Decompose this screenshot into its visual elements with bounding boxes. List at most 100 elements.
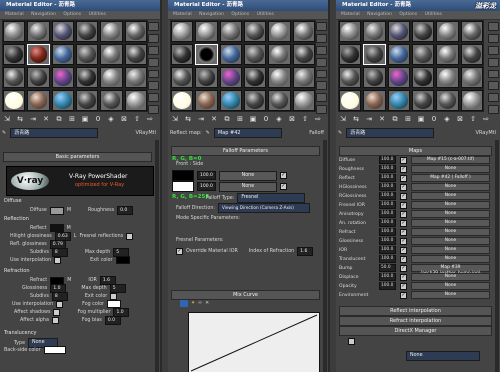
front-map-button[interactable]: None (218, 170, 277, 181)
map-row-amount[interactable]: 100.0 (379, 228, 396, 236)
sample-slot[interactable] (339, 67, 362, 88)
backlight-button[interactable] (316, 33, 327, 43)
front-map-checkbox[interactable] (279, 172, 287, 179)
unique-icon[interactable]: ⊞ (67, 115, 77, 124)
show-end-icon[interactable]: ⊠ (119, 115, 129, 124)
sample-slot[interactable] (436, 90, 459, 111)
override-ior-checkbox[interactable] (176, 248, 183, 255)
get-material-icon[interactable]: ⇲ (2, 115, 12, 124)
sample-slot[interactable] (219, 44, 242, 65)
delete-point-icon[interactable]: ✕ (205, 301, 209, 306)
make-preview-button[interactable] (488, 81, 499, 91)
map-type-button[interactable]: Falloff (309, 130, 324, 136)
rollout-falloff-parameters[interactable]: Falloff Parameters (171, 146, 320, 156)
map-row-checkbox[interactable] (400, 273, 407, 281)
map-row-button[interactable]: Map #42 ( Falloff ) (411, 174, 490, 182)
sample-slot[interactable] (412, 44, 435, 65)
map-row-button[interactable]: Map #39 (asch39_leather_bump.jpg) (411, 264, 490, 276)
material-name-field[interactable]: 沥青路 (10, 128, 99, 138)
menu-utilities[interactable]: Utilities (257, 12, 274, 17)
sample-slot[interactable] (387, 90, 410, 111)
scale-point-icon[interactable]: ✦ (191, 301, 195, 306)
eyedropper-icon[interactable]: ✎ (338, 130, 342, 136)
material-type-button[interactable]: VRayMtl (136, 130, 156, 136)
backlight-button[interactable] (488, 33, 499, 43)
select-by-material-button[interactable] (316, 105, 327, 114)
ior-refr-input[interactable]: 1.6 (297, 247, 314, 256)
side-map-checkbox[interactable] (279, 183, 287, 190)
fresnel-checkbox[interactable] (126, 233, 134, 240)
sample-slot[interactable] (387, 67, 410, 88)
sample-slot[interactable] (292, 21, 315, 42)
back-side-swatch[interactable] (43, 346, 66, 354)
go-sibling-icon[interactable]: ⇨ (145, 115, 155, 124)
assign-material-icon[interactable]: ⇥ (28, 115, 38, 124)
menu-material[interactable]: Material (341, 12, 360, 17)
background-button[interactable] (316, 45, 327, 55)
fog-bias-input[interactable]: 0.0 (104, 316, 121, 325)
eyedropper-icon[interactable]: ✎ (2, 130, 6, 136)
video-color-check-button[interactable] (488, 69, 499, 79)
lock-button[interactable]: L (74, 234, 77, 239)
go-sibling-icon[interactable]: ⇨ (313, 115, 323, 124)
directx-checkbox[interactable] (348, 338, 355, 345)
map-row-checkbox[interactable] (400, 237, 407, 245)
menu-options[interactable]: Options (63, 12, 81, 17)
map-row-amount[interactable]: 50.0 (379, 264, 396, 272)
sample-slot[interactable] (76, 67, 99, 88)
go-parent-icon[interactable]: ⇧ (468, 115, 478, 124)
library-icon[interactable]: ▣ (416, 115, 426, 124)
material-type-button[interactable]: VRayMtl (476, 130, 496, 136)
map-row-amount[interactable]: 100.0 (379, 174, 396, 182)
map-row-button[interactable]: None (411, 210, 490, 218)
sample-slot[interactable] (124, 44, 147, 65)
sample-slot[interactable] (387, 44, 410, 65)
map-row-amount[interactable]: 100.0 (379, 210, 396, 218)
map-row-amount[interactable]: 100.0 (379, 165, 396, 173)
mix-curve-graph[interactable] (188, 312, 320, 372)
sample-slot[interactable] (195, 21, 218, 42)
sample-slot[interactable] (268, 67, 291, 88)
sample-slot-selected[interactable] (363, 44, 386, 65)
map-row-checkbox[interactable] (400, 156, 407, 164)
sample-type-button[interactable] (316, 22, 327, 31)
map-row-checkbox[interactable] (400, 165, 407, 173)
sample-slot[interactable] (3, 67, 26, 88)
background-button[interactable] (148, 45, 159, 55)
rollout-basic-parameters[interactable]: Basic parameters (3, 152, 152, 162)
options-button[interactable] (316, 93, 327, 103)
background-button[interactable] (488, 45, 499, 55)
map-row-button[interactable]: None (411, 165, 490, 173)
sample-slot[interactable] (100, 90, 123, 111)
map-row-amount[interactable]: 100.0 (379, 255, 396, 263)
sample-slot[interactable] (171, 67, 194, 88)
diffuse-swatch[interactable] (49, 206, 64, 215)
scrollbar[interactable] (495, 140, 499, 372)
unique-icon[interactable]: ⊞ (235, 115, 245, 124)
material-name-field[interactable]: 沥青路 (346, 128, 435, 138)
map-row-checkbox[interactable] (400, 291, 407, 299)
use-interp2-checkbox[interactable] (56, 300, 64, 308)
side-color-swatch[interactable] (172, 181, 194, 192)
sample-slot[interactable] (219, 67, 242, 88)
map-row-button[interactable]: None (411, 273, 490, 281)
map-row-button[interactable]: Map #15 (c-a-007.tif) (411, 156, 490, 164)
menu-navigation[interactable]: Navigation (199, 12, 224, 17)
sample-slot[interactable] (436, 44, 459, 65)
map-row-checkbox[interactable] (400, 183, 407, 191)
sample-slot[interactable] (244, 44, 267, 65)
uv-tiling-button[interactable] (488, 57, 499, 67)
sample-slot[interactable] (412, 67, 435, 88)
sample-slot[interactable] (76, 44, 99, 65)
sample-slot[interactable] (171, 44, 194, 65)
map-row-checkbox[interactable] (400, 174, 407, 182)
go-parent-icon[interactable]: ⇧ (132, 115, 142, 124)
map-row-checkbox[interactable] (400, 264, 407, 272)
map-name-field[interactable]: Map #42 (213, 128, 282, 138)
copy-icon[interactable]: ⧉ (222, 115, 232, 124)
use-interp-checkbox[interactable] (54, 256, 62, 264)
sample-slot[interactable] (51, 67, 74, 88)
sample-slot-selected[interactable] (195, 44, 218, 65)
sample-slot[interactable] (27, 67, 50, 88)
copy-icon[interactable]: ⧉ (390, 115, 400, 124)
